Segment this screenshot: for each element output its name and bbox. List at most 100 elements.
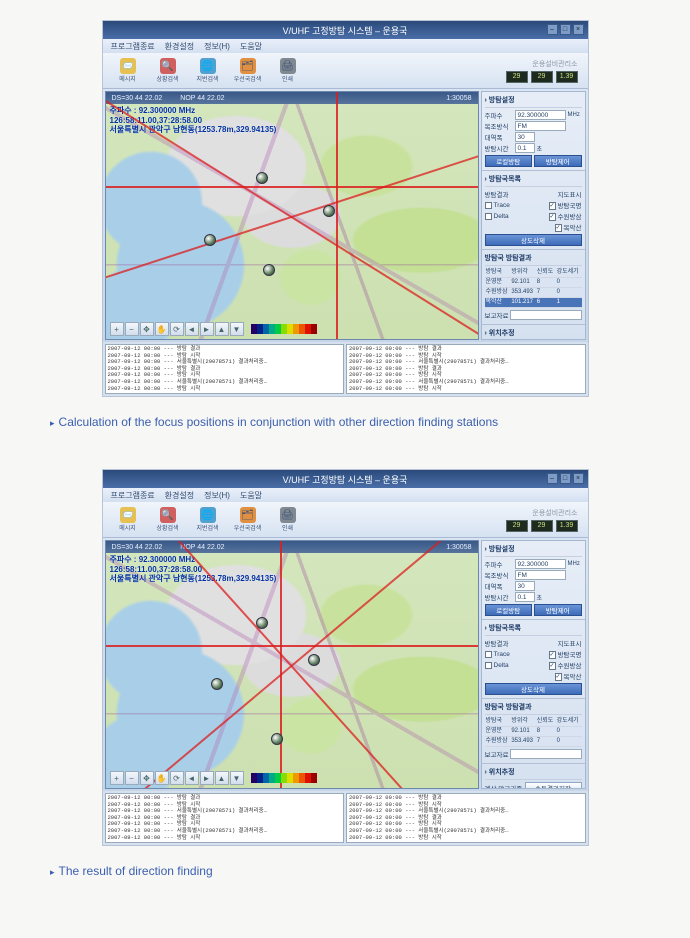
triangle-icon: ▸ — [50, 867, 55, 878]
station-marker-3[interactable] — [308, 654, 320, 666]
chk-delta[interactable] — [485, 662, 492, 669]
map-tool-right[interactable]: ► — [200, 771, 214, 785]
toolbar-btn-print[interactable]: 🖨 인쇄 — [273, 505, 303, 535]
map-header-right: 1:30058 — [446, 95, 471, 102]
menu-item-2[interactable]: 정보(H) — [204, 41, 230, 52]
map-tool-zoom-in[interactable]: + — [110, 771, 124, 785]
map-view[interactable]: DS=30 44 22.02 NOP 44 22.02 1:30058 주파수 … — [105, 91, 479, 340]
freq-input[interactable]: 92.300000 — [515, 559, 566, 569]
log-right[interactable]: 2007-09-12 00:00 --- 방탐 결과 2007-09-12 00… — [346, 344, 586, 394]
table-row: 운영분92.10180 — [485, 278, 582, 288]
station-marker-4[interactable] — [263, 264, 275, 276]
menubar: 프로그램종료 환경설정 정보(H) 도움말 — [103, 488, 588, 502]
time-input[interactable]: 0.1 — [515, 143, 535, 153]
toolbar-btn-search[interactable]: 🔍 상황검색 — [153, 505, 183, 535]
toolbar-btn-print[interactable]: 🖨 인쇄 — [273, 56, 303, 86]
map-view[interactable]: DS=30 44 22.02 NOP 44 22.02 1:30058 주파수 … — [105, 540, 479, 789]
close-button[interactable]: × — [573, 473, 584, 484]
chk-trace[interactable] — [485, 651, 492, 658]
menu-item-0[interactable]: 프로그램종료 — [111, 490, 155, 501]
df-control-button[interactable]: 방탐제어 — [534, 155, 582, 167]
chk-trace[interactable] — [485, 202, 492, 209]
toolbar-btn-priority[interactable]: 🗂 우선국검색 — [233, 505, 263, 535]
close-button[interactable]: × — [573, 24, 584, 35]
table-row-selected: 목악산101.21761 — [485, 298, 582, 308]
maximize-button[interactable]: □ — [560, 473, 571, 484]
toolbar-btn-message[interactable]: 📨 메시지 — [113, 505, 143, 535]
map-tool-pan[interactable]: ✥ — [140, 322, 154, 336]
maximize-button[interactable]: □ — [560, 24, 571, 35]
menu-item-2[interactable]: 정보(H) — [204, 490, 230, 501]
station-marker-3[interactable] — [323, 205, 335, 217]
time-input[interactable]: 0.1 — [515, 592, 535, 602]
station-marker-1[interactable] — [256, 172, 268, 184]
minimize-button[interactable]: – — [547, 473, 558, 484]
chk-mokak[interactable] — [555, 224, 562, 232]
chk-mokak[interactable] — [555, 673, 562, 681]
map-tool-up[interactable]: ▲ — [215, 771, 229, 785]
menu-item-0[interactable]: 프로그램종료 — [111, 41, 155, 52]
map-tool-rotate[interactable]: ⟳ — [170, 771, 184, 785]
menu-item-3[interactable]: 도움말 — [240, 490, 262, 501]
demod-input[interactable]: FM — [515, 121, 566, 131]
map-tool-hand[interactable]: ✋ — [155, 322, 169, 336]
toolbar-btn-lot[interactable]: 🌐 지번검색 — [193, 505, 223, 535]
map-tool-pan[interactable]: ✥ — [140, 771, 154, 785]
toolbar-btn-lot[interactable]: 🌐 지번검색 — [193, 56, 223, 86]
freq-input[interactable]: 92.300000 — [515, 110, 566, 120]
freq-unit: MHz — [568, 112, 582, 118]
log-left[interactable]: 2007-09-12 00:00 --- 방탐 결과 2007-09-12 00… — [105, 344, 345, 394]
menu-item-1[interactable]: 환경설정 — [165, 41, 194, 52]
note-input[interactable] — [510, 310, 581, 320]
map-tool-right[interactable]: ► — [200, 322, 214, 336]
chk-station[interactable] — [549, 202, 556, 210]
map-toolbar: + − ✥ ✋ ⟳ ◄ ► ▲ ▼ — [110, 322, 244, 336]
menu-item-3[interactable]: 도움말 — [240, 41, 262, 52]
note-input[interactable] — [510, 749, 581, 759]
local-df-button[interactable]: 로컬방탐 — [485, 155, 533, 167]
clear-trace-button[interactable]: 상도삭제 — [485, 683, 582, 695]
station-marker-1[interactable] — [256, 617, 268, 629]
map-tool-down[interactable]: ▼ — [230, 771, 244, 785]
side-panel: › 방탐설정 주파수 92.300000 MHz 복조방식 FM 대역폭 30 — [481, 91, 586, 340]
app-screenshot-2: V/UHF 고정방탐 시스템 – 운용국 – □ × 프로그램종료 환경설정 정… — [102, 469, 589, 846]
map-tool-zoom-out[interactable]: − — [125, 771, 139, 785]
bw-input[interactable]: 30 — [515, 132, 535, 142]
demod-input[interactable]: FM — [515, 570, 566, 580]
map-tool-left[interactable]: ◄ — [185, 771, 199, 785]
map-tool-rotate[interactable]: ⟳ — [170, 322, 184, 336]
chk-delta-label: Delta — [494, 213, 509, 220]
map-tool-hand[interactable]: ✋ — [155, 771, 169, 785]
minimize-button[interactable]: – — [547, 24, 558, 35]
df-control-button[interactable]: 방탐제어 — [534, 604, 582, 616]
app-title: V/UHF 고정방탐 시스템 – 운용국 — [283, 24, 408, 37]
map-tool-left[interactable]: ◄ — [185, 322, 199, 336]
color-legend — [251, 773, 317, 783]
chk-suwon[interactable] — [549, 662, 556, 670]
local-df-button[interactable]: 로컬방탐 — [485, 604, 533, 616]
station-marker-2[interactable] — [211, 678, 223, 690]
globe-icon: 🌐 — [200, 507, 216, 523]
map-tool-zoom-out[interactable]: − — [125, 322, 139, 336]
map-tool-up[interactable]: ▲ — [215, 322, 229, 336]
bw-input[interactable]: 30 — [515, 581, 535, 591]
chk-station[interactable] — [549, 651, 556, 659]
chk-delta[interactable] — [485, 213, 492, 220]
panel-title-3: 방탐국 방탐결과 — [485, 252, 582, 266]
map-tool-zoom-in[interactable]: + — [110, 322, 124, 336]
toolbar-btn-search[interactable]: 🔍 상황검색 — [153, 56, 183, 86]
log-right[interactable]: 2007-09-12 00:00 --- 방탐 결과 2007-09-12 00… — [346, 793, 586, 843]
log-left[interactable]: 2007-09-12 00:00 --- 방탐 결과 2007-09-12 00… — [105, 793, 345, 843]
save-result-button[interactable]: 수동결과저장 — [525, 782, 582, 789]
clear-trace-button[interactable]: 상도삭제 — [485, 234, 582, 246]
toolbar-btn-message[interactable]: 📨 메시지 — [113, 56, 143, 86]
station-marker-4[interactable] — [271, 733, 283, 745]
station-marker-2[interactable] — [204, 234, 216, 246]
search-icon: 🔍 — [160, 507, 176, 523]
map-tool-down[interactable]: ▼ — [230, 322, 244, 336]
status-label: 운용설비관리소 — [532, 59, 577, 69]
menu-item-1[interactable]: 환경설정 — [165, 490, 194, 501]
chk-suwon[interactable] — [549, 213, 556, 221]
toolbar-btn-priority[interactable]: 🗂 우선국검색 — [233, 56, 263, 86]
toolbar: 📨 메시지 🔍 상황검색 🌐 지번검색 🗂 우선국검색 🖨 인쇄 운용설비관리소 — [103, 502, 588, 538]
